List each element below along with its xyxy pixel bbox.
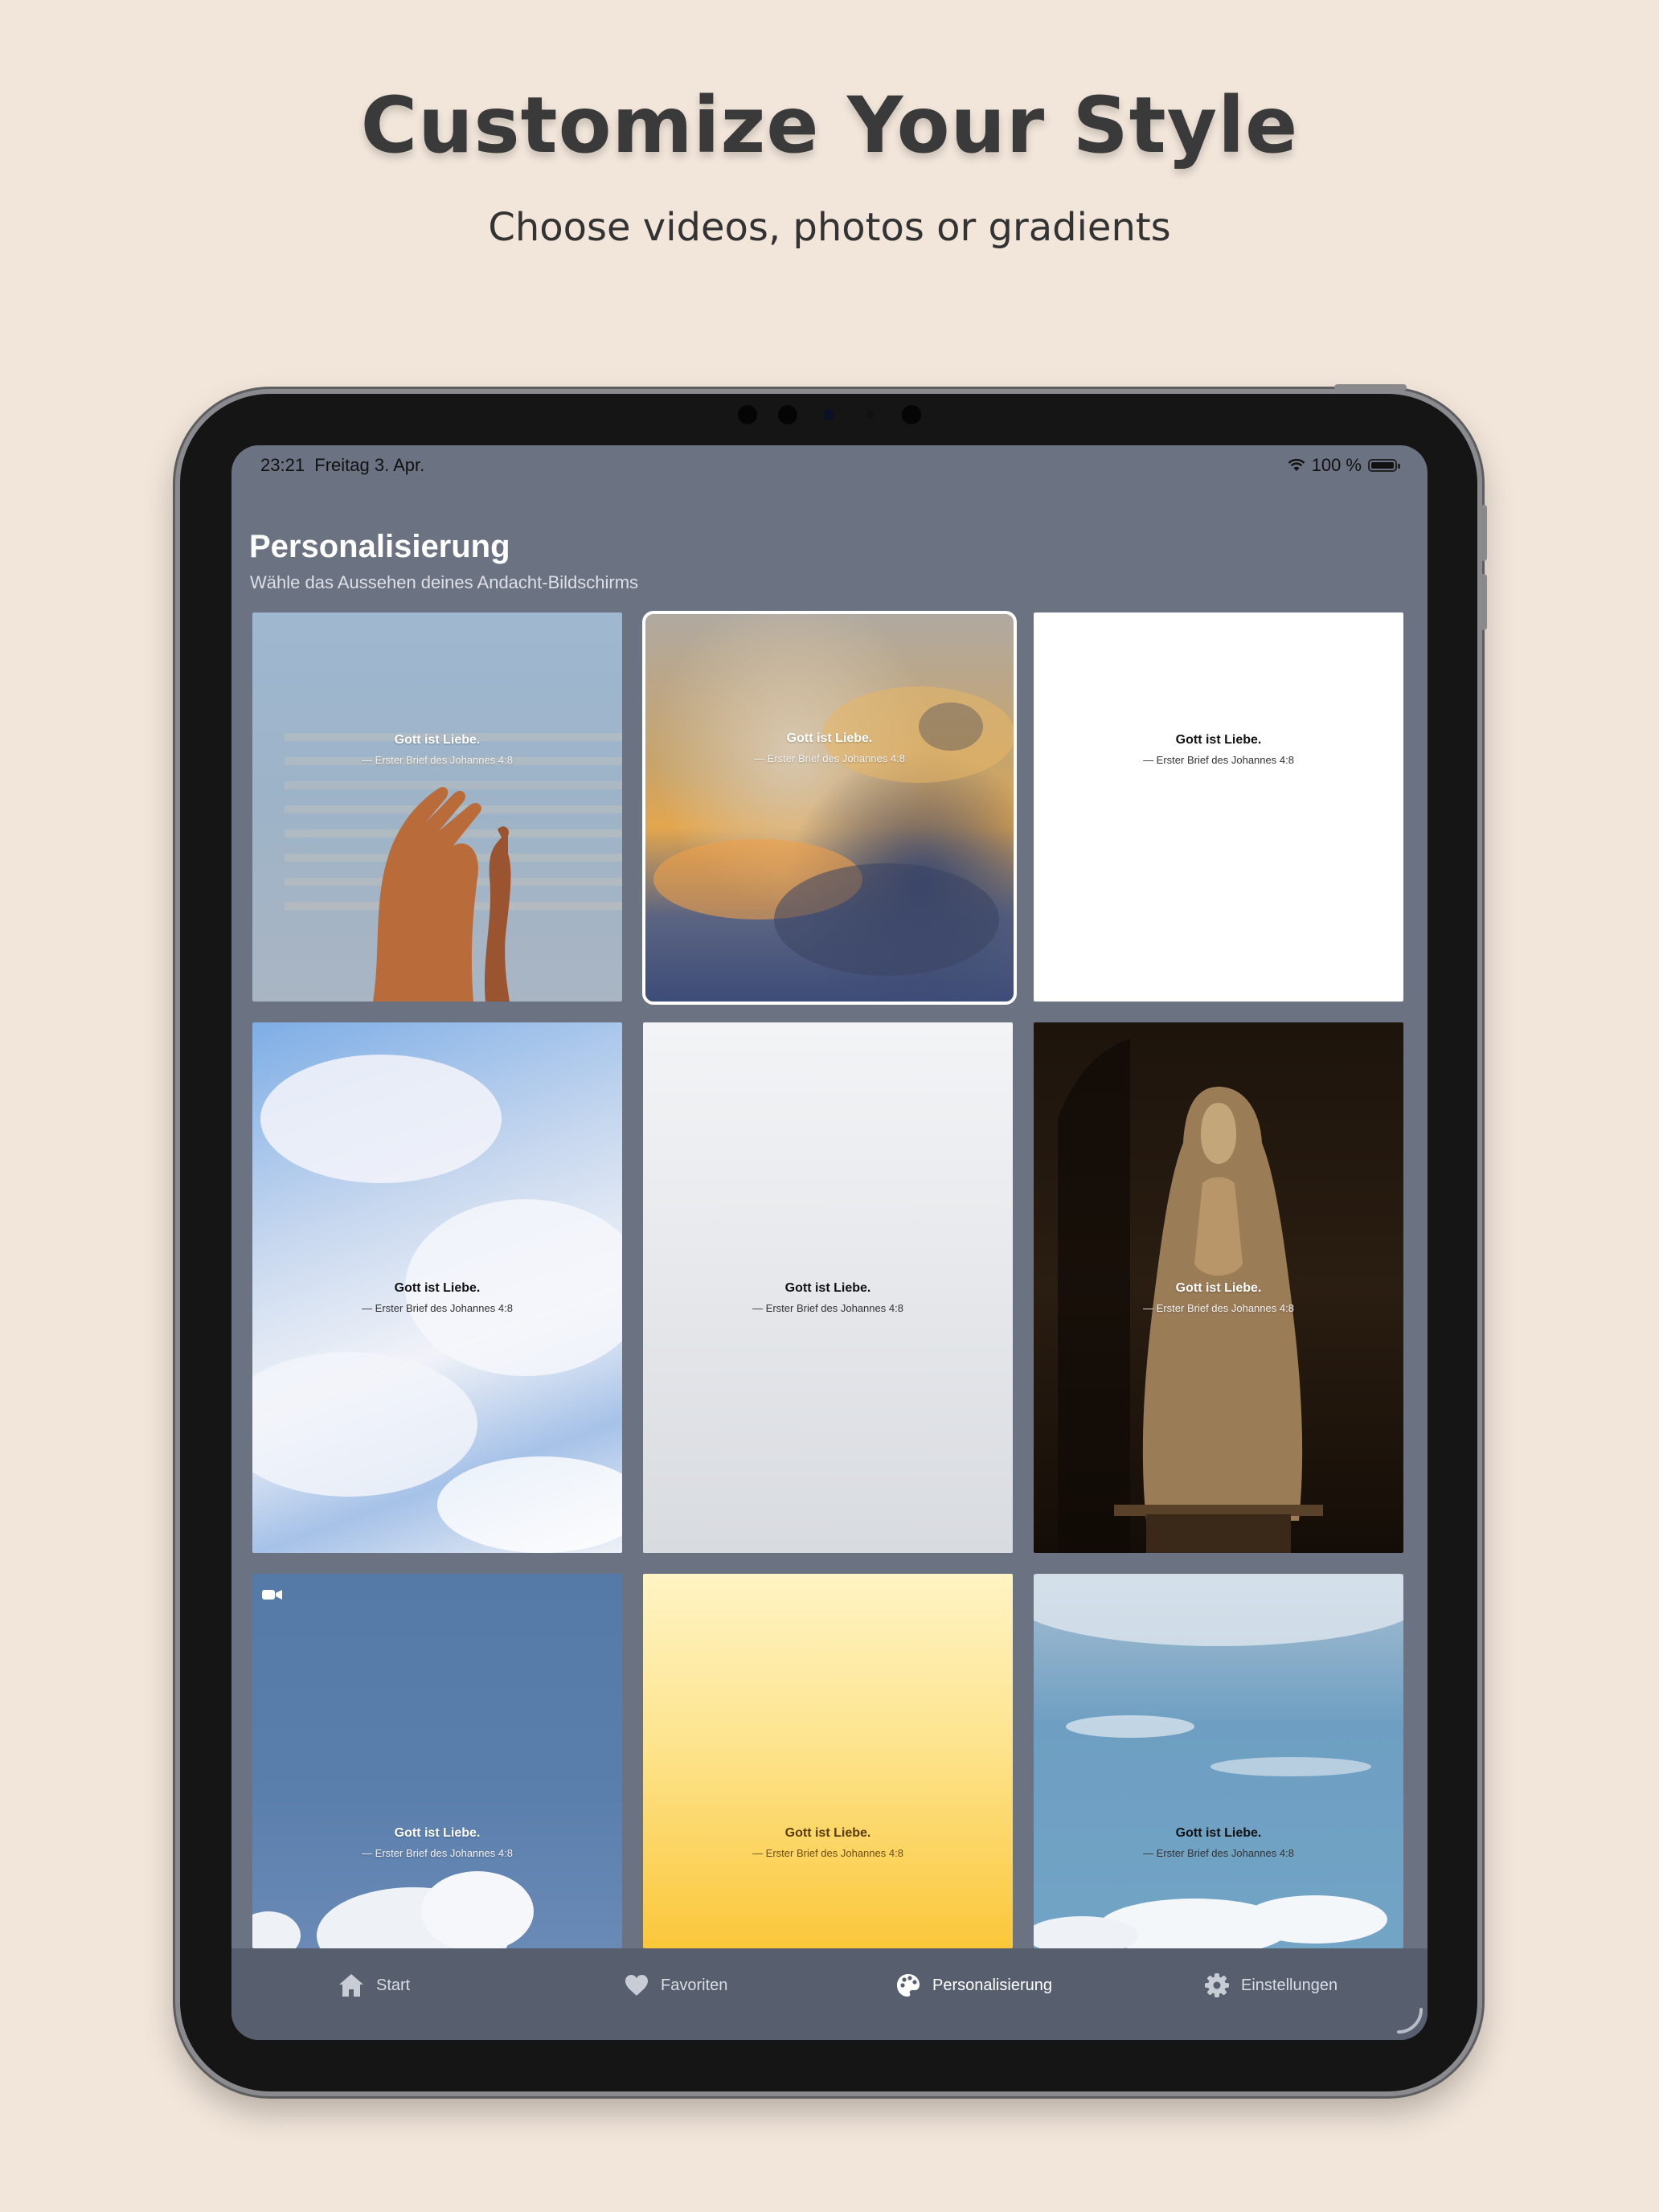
background-reference: — Erster Brief des Johannes 4:8 <box>1143 754 1294 766</box>
background-card-light-grey[interactable]: Gott ist Liebe. — Erster Brief des Johan… <box>643 1022 1013 1553</box>
background-reference: — Erster Brief des Johannes 4:8 <box>362 1302 513 1314</box>
tab-bar: Start Favoriten Personalisierung Einstel… <box>231 1948 1428 2040</box>
background-quote: Gott ist Liebe. <box>1175 1281 1262 1295</box>
tab-personalisierung[interactable]: Personalisierung <box>895 1969 1052 2001</box>
background-grid: Gott ist Liebe. — Erster Brief des Johan… <box>231 445 1428 2040</box>
background-quote: Gott ist Liebe. <box>786 731 873 745</box>
tab-label: Favoriten <box>661 1976 728 1994</box>
video-camera-icon <box>262 1590 282 1600</box>
background-reference: — Erster Brief des Johannes 4:8 <box>362 754 513 766</box>
background-reference: — Erster Brief des Johannes 4:8 <box>752 1847 903 1859</box>
promo-subheadline: Choose videos, photos or gradients <box>488 205 1171 250</box>
loading-spinner-icon <box>1397 2008 1423 2034</box>
tab-label: Personalisierung <box>932 1976 1052 1994</box>
background-quote: Gott ist Liebe. <box>784 1826 871 1840</box>
tab-start[interactable]: Start <box>338 1969 410 2001</box>
background-quote: Gott ist Liebe. <box>1175 733 1262 747</box>
tab-label: Einstellungen <box>1241 1976 1338 1994</box>
background-card-statue[interactable]: Gott ist Liebe. — Erster Brief des Johan… <box>1034 1022 1403 1553</box>
tab-favoriten[interactable]: Favoriten <box>624 1969 727 2001</box>
background-card-yellow[interactable]: Gott ist Liebe. — Erster Brief des Johan… <box>643 1574 1013 1948</box>
background-quote: Gott ist Liebe. <box>784 1281 871 1295</box>
background-quote: Gott ist Liebe. <box>394 733 481 747</box>
background-quote: Gott ist Liebe. <box>1175 1826 1262 1840</box>
background-quote: Gott ist Liebe. <box>394 1281 481 1295</box>
palette-icon <box>897 1974 920 1997</box>
background-reference: — Erster Brief des Johannes 4:8 <box>1143 1302 1294 1314</box>
background-reference: — Erster Brief des Johannes 4:8 <box>754 752 905 764</box>
tab-einstellungen[interactable]: Einstellungen <box>1204 1969 1337 2001</box>
background-card-sky-clouds[interactable]: Gott ist Liebe. — Erster Brief des Johan… <box>1034 1574 1403 1948</box>
background-reference: — Erster Brief des Johannes 4:8 <box>752 1302 903 1314</box>
heart-icon <box>625 1975 648 1996</box>
background-card-video-sky[interactable]: Gott ist Liebe. — Erster Brief des Johan… <box>252 1574 622 1948</box>
gear-icon <box>1205 1973 1229 1997</box>
promo-headline: Customize Your Style <box>360 80 1299 170</box>
background-reference: — Erster Brief des Johannes 4:8 <box>362 1847 513 1859</box>
background-quote: Gott ist Liebe. <box>394 1826 481 1840</box>
app-screen: 23:21 Freitag 3. Apr. 100 % Personalisie… <box>231 445 1428 2040</box>
background-card-white[interactable]: Gott ist Liebe. — Erster Brief des Johan… <box>1034 612 1403 1002</box>
background-card-golden-clouds[interactable]: Gott ist Liebe. — Erster Brief des Johan… <box>642 611 1017 1005</box>
top-button <box>1334 384 1407 391</box>
tab-label: Start <box>376 1976 411 1994</box>
background-reference: — Erster Brief des Johannes 4:8 <box>1143 1847 1294 1859</box>
background-card-white-clouds[interactable]: Gott ist Liebe. — Erster Brief des Johan… <box>252 1022 622 1553</box>
background-card-hands[interactable]: Gott ist Liebe. — Erster Brief des Johan… <box>252 612 622 1002</box>
house-icon <box>339 1974 363 1997</box>
volume-down-button <box>1481 574 1487 630</box>
volume-up-button <box>1481 505 1487 561</box>
